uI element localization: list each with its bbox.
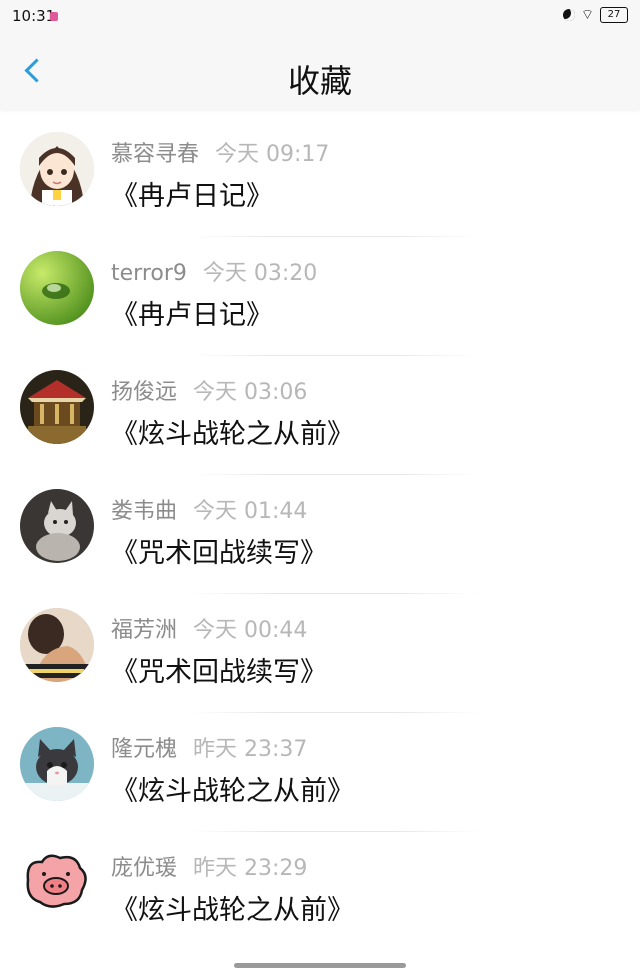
post-time: 今天 03:06 (193, 380, 308, 405)
user-name: 隆元槐 (111, 737, 178, 762)
user-name: 扬俊远 (111, 380, 178, 405)
list-item[interactable]: 娄韦曲 今天 01:44 《咒术回战续写》 (0, 475, 640, 594)
item-meta: 慕容寻春 今天 09:17 (111, 136, 329, 168)
list-item[interactable]: 隆元槐 昨天 23:37 《炫斗战轮之从前》 (0, 713, 640, 832)
list-item[interactable]: 庞优瑗 昨天 23:29 《炫斗战轮之从前》 (0, 832, 640, 951)
status-indicators: ⌔ 27 (562, 7, 628, 23)
notification-icon (50, 12, 58, 21)
favorites-list: 慕容寻春 今天 09:17 《冉卢日记》 terror9 今天 03:20 《冉卢日… (0, 118, 640, 951)
page-title: 收藏 (287, 62, 352, 100)
item-meta: 扬俊远 今天 03:06 (111, 374, 307, 406)
kitten-avatar (20, 727, 94, 801)
list-item[interactable]: 慕容寻春 今天 09:17 《冉卢日记》 (0, 118, 640, 237)
user-name: 娄韦曲 (111, 499, 178, 524)
post-time: 昨天 23:29 (193, 856, 308, 881)
pink-pig-avatar (20, 846, 94, 920)
home-indicator[interactable] (234, 963, 406, 968)
do-not-disturb-icon (562, 9, 575, 21)
status-time: 10:31 (12, 7, 56, 25)
battery-icon: 27 (600, 7, 628, 23)
book-title: 《咒术回战续写》 (111, 538, 327, 569)
post-time: 昨天 23:37 (193, 737, 308, 762)
user-name: terror9 (111, 261, 187, 286)
book-title: 《炫斗战轮之从前》 (111, 895, 354, 926)
carousel-avatar (20, 370, 94, 444)
anime-girl-avatar (20, 132, 94, 206)
water-drop-leaf-avatar (20, 251, 94, 325)
user-name: 慕容寻春 (111, 142, 200, 167)
list-item[interactable]: 扬俊远 今天 03:06 《炫斗战轮之从前》 (0, 356, 640, 475)
list-item[interactable]: 福芳洲 今天 00:44 《咒术回战续写》 (0, 594, 640, 713)
book-title: 《冉卢日记》 (111, 300, 273, 331)
post-time: 今天 09:17 (215, 142, 330, 167)
item-meta: 隆元槐 昨天 23:37 (111, 731, 307, 763)
book-title: 《咒术回战续写》 (111, 657, 327, 688)
user-name: 福芳洲 (111, 618, 178, 643)
header-bar: 收藏 (0, 34, 640, 110)
cat-photo-avatar (20, 489, 94, 563)
item-meta: 福芳洲 今天 00:44 (111, 612, 307, 644)
user-name: 庞优瑗 (111, 856, 178, 881)
person-back-avatar (20, 608, 94, 682)
book-title: 《冉卢日记》 (111, 181, 273, 212)
post-time: 今天 01:44 (193, 499, 308, 524)
book-title: 《炫斗战轮之从前》 (111, 419, 354, 450)
post-time: 今天 03:20 (202, 261, 318, 286)
status-bar: 10:31 ⌔ 27 (0, 0, 640, 34)
item-meta: terror9 今天 03:20 (111, 255, 317, 287)
post-time: 今天 00:44 (193, 618, 308, 643)
item-meta: 庞优瑗 昨天 23:29 (111, 850, 307, 882)
wifi-icon: ⌔ (580, 7, 594, 23)
book-title: 《炫斗战轮之从前》 (111, 776, 354, 807)
item-meta: 娄韦曲 今天 01:44 (111, 493, 307, 525)
list-item[interactable]: terror9 今天 03:20 《冉卢日记》 (0, 237, 640, 356)
